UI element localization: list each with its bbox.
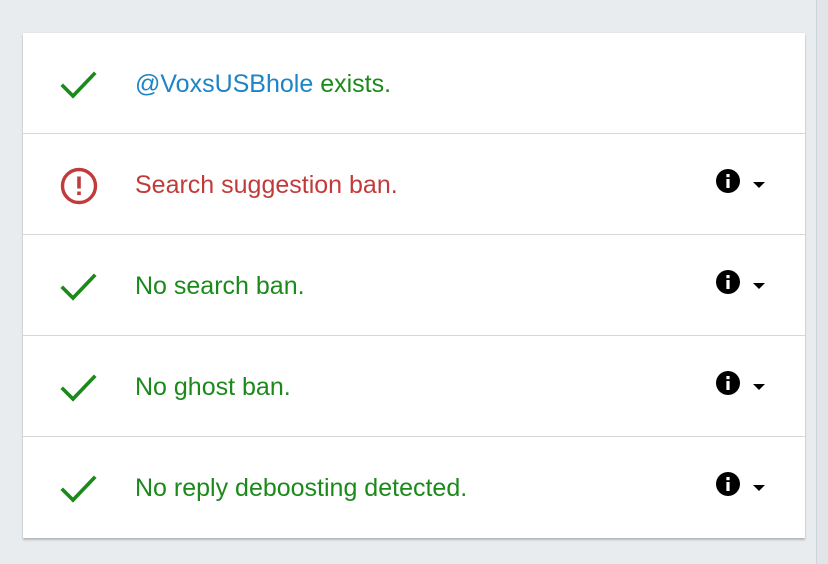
chevron-down-icon[interactable] xyxy=(753,277,765,289)
chevron-down-icon[interactable] xyxy=(753,176,765,188)
result-row-search-suggestion-ban: Search suggestion ban. xyxy=(23,134,805,235)
result-row-reply-deboosting: No reply deboosting detected. xyxy=(23,437,805,538)
result-text: @VoxsUSBhole exists. xyxy=(135,69,391,99)
row-actions xyxy=(715,471,769,497)
row-actions xyxy=(715,269,769,295)
result-label: No search ban. xyxy=(135,272,305,300)
row-actions xyxy=(715,168,769,194)
check-icon xyxy=(59,65,99,105)
result-row-ghost-ban: No ghost ban. xyxy=(23,336,805,437)
result-row-search-ban: No search ban. xyxy=(23,235,805,336)
account-handle-link[interactable]: @VoxsUSBhole xyxy=(135,70,313,98)
results-card: @VoxsUSBhole exists. Search suggestion b… xyxy=(23,33,805,538)
result-label: Search suggestion ban. xyxy=(135,171,398,199)
chevron-down-icon[interactable] xyxy=(753,479,765,491)
chevron-down-icon[interactable] xyxy=(753,378,765,390)
info-icon[interactable] xyxy=(715,168,741,194)
result-label: exists. xyxy=(313,70,392,98)
scrollbar-edge[interactable] xyxy=(816,0,828,564)
result-row-exists: @VoxsUSBhole exists. xyxy=(23,33,805,134)
row-actions xyxy=(715,370,769,396)
check-icon xyxy=(59,267,99,307)
check-icon xyxy=(59,368,99,408)
info-icon[interactable] xyxy=(715,269,741,295)
result-label: No reply deboosting detected. xyxy=(135,474,468,502)
check-icon xyxy=(59,469,99,509)
alert-circle-icon xyxy=(59,166,99,206)
info-icon[interactable] xyxy=(715,471,741,497)
info-icon[interactable] xyxy=(715,370,741,396)
result-label: No ghost ban. xyxy=(135,373,291,401)
